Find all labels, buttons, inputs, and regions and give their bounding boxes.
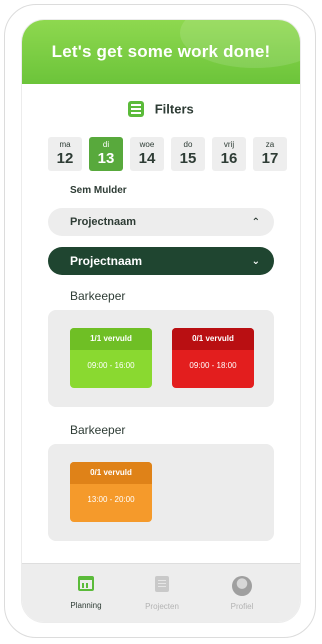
day-number: 15	[179, 150, 197, 167]
shift-status: 0/1 vervuld	[70, 462, 152, 484]
shift-panel: 0/1 vervuld 13:00 - 20:00	[48, 444, 274, 541]
app-screen: Let's get some work done! Filters ma 12 …	[22, 20, 300, 622]
day-woe[interactable]: woe 14	[130, 137, 164, 171]
nav-planning[interactable]: Planning	[56, 576, 116, 610]
day-name: woe	[139, 140, 155, 149]
day-number: 12	[56, 150, 74, 167]
nav-label: Projecten	[145, 602, 179, 611]
shift-panel: 1/1 vervuld 09:00 - 16:00 0/1 vervuld 09…	[48, 310, 274, 407]
project-label: Projectnaam	[70, 254, 143, 268]
project-filter-dropdown[interactable]: Projectnaam ⌃	[48, 208, 274, 236]
day-name: za	[265, 140, 275, 149]
day-picker: ma 12 di 13 woe 14 do 15 vrij 16 za 17	[48, 137, 287, 171]
day-ma[interactable]: ma 12	[48, 137, 82, 171]
shift-card[interactable]: 0/1 vervuld 09:00 - 18:00	[172, 328, 254, 388]
day-za[interactable]: za 17	[253, 137, 287, 171]
avatar-icon	[232, 576, 252, 596]
header-title: Let's get some work done!	[51, 42, 271, 61]
day-number: 16	[220, 150, 238, 167]
role-heading: Barkeeper	[70, 423, 126, 437]
day-name: do	[183, 140, 193, 149]
shift-time: 13:00 - 20:00	[87, 495, 135, 504]
project-filter-label: Projectnaam	[70, 216, 137, 228]
day-do[interactable]: do 15	[171, 137, 205, 171]
shift-card[interactable]: 0/1 vervuld 13:00 - 20:00	[70, 462, 152, 522]
filters-toggle[interactable]: Filters	[22, 100, 300, 122]
day-name: di	[102, 140, 110, 149]
nav-label: Planning	[70, 601, 102, 610]
shift-time: 09:00 - 16:00	[87, 361, 135, 370]
shift-status: 0/1 vervuld	[172, 328, 254, 350]
day-number: 17	[261, 150, 279, 167]
header: Let's get some work done!	[22, 20, 300, 84]
shift-time: 09:00 - 18:00	[189, 361, 237, 370]
chevron-up-icon: ⌃	[251, 216, 260, 228]
chevron-down-icon: ⌄	[251, 255, 260, 267]
nav-label: Profiel	[230, 602, 254, 611]
nav-projecten[interactable]: Projecten	[132, 576, 192, 611]
day-number: 13	[97, 150, 115, 167]
day-vrij[interactable]: vrij 16	[212, 137, 246, 171]
day-number: 14	[138, 150, 156, 167]
filters-label: Filters	[154, 101, 194, 117]
role-heading: Barkeeper	[70, 289, 126, 303]
bottom-nav: Planning Projecten Profiel	[22, 563, 300, 622]
day-name: vrij	[223, 140, 235, 149]
day-name: ma	[59, 140, 71, 149]
filter-list-icon	[128, 100, 145, 117]
document-icon	[155, 576, 169, 592]
day-di[interactable]: di 13	[89, 137, 123, 171]
shift-card[interactable]: 1/1 vervuld 09:00 - 16:00	[70, 328, 152, 388]
project-selector[interactable]: Projectnaam ⌄	[48, 247, 274, 275]
shift-status: 1/1 vervuld	[70, 328, 152, 350]
calendar-icon	[78, 576, 94, 591]
nav-profiel[interactable]: Profiel	[212, 576, 272, 611]
person-name: Sem Mulder	[70, 185, 127, 196]
